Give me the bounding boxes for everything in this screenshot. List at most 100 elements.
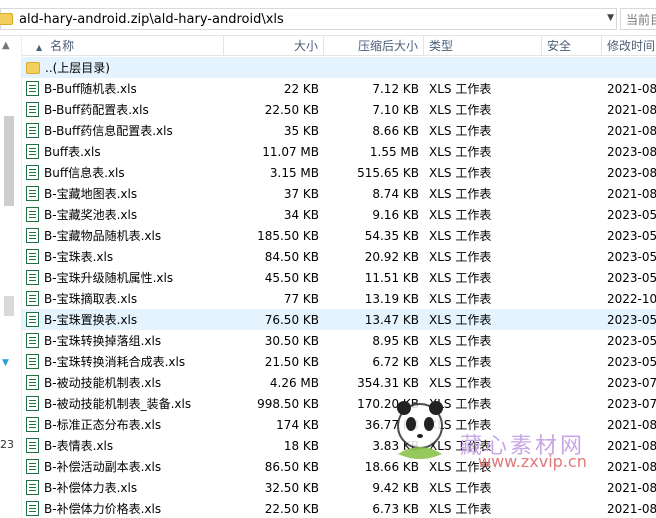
file-compressed-size: 170.20 KB (357, 396, 419, 411)
file-name-cell: B-宝藏奖池表.xls (22, 206, 224, 223)
file-compressed-size: 7.10 KB (372, 102, 419, 117)
file-type: XLS 工作表 (429, 250, 492, 264)
file-row[interactable]: Buff表.xls 11.07 MB 1.55 MB XLS 工作表 2023-08 (22, 141, 656, 162)
navigation-pane: ▲ ▼ 23 (0, 36, 22, 518)
file-row[interactable]: B-表情表.xls 18 KB 3.83 KB XLS 工作表 2021-08 (22, 435, 656, 456)
xls-file-icon (26, 123, 39, 138)
file-compressed-size: 54.35 KB (364, 228, 419, 243)
file-compressed-size: 18.66 KB (364, 459, 419, 474)
file-modified: 2023-05 (607, 270, 656, 285)
file-name: B-宝珠升级随机属性.xls (44, 271, 174, 285)
chevron-up-icon[interactable]: ▲ (2, 40, 10, 51)
column-compressed[interactable]: 压缩后大小 (324, 36, 424, 56)
file-row[interactable]: B-宝珠升级随机属性.xls 45.50 KB 11.51 KB XLS 工作表 202… (22, 267, 656, 288)
column-modified[interactable]: 修改时间 (602, 36, 656, 56)
file-row[interactable]: B-宝珠表.xls 84.50 KB 20.92 KB XLS 工作表 2023-05 (22, 246, 656, 267)
file-name: B-Buff药信息配置表.xls (44, 124, 173, 138)
file-row[interactable]: B-宝珠转换掉落组.xls 30.50 KB 8.95 KB XLS 工作表 2023-… (22, 330, 656, 351)
file-name: B-Buff药配置表.xls (44, 103, 149, 117)
file-size: 32.50 KB (264, 480, 319, 495)
file-type: XLS 工作表 (429, 376, 492, 390)
file-row[interactable]: B-宝珠置换表.xls 76.50 KB 13.47 KB XLS 工作表 2023-0… (22, 309, 656, 330)
file-size: 4.26 MB (269, 375, 319, 390)
file-modified: 2021-08 (607, 81, 656, 96)
xls-file-icon (26, 81, 39, 96)
xls-file-icon (26, 312, 39, 327)
nav-scrollbar-thumb[interactable] (4, 116, 14, 206)
file-size: 22.50 KB (264, 501, 319, 516)
file-size: 998.50 KB (257, 396, 319, 411)
file-name: Buff信息表.xls (44, 166, 125, 180)
file-name-cell: B-被动技能机制表.xls (22, 374, 224, 391)
file-modified: 2023-05 (607, 249, 656, 264)
folder-icon (0, 13, 13, 25)
nav-scrollbar-track[interactable] (4, 296, 14, 316)
file-name: B-宝藏物品随机表.xls (44, 229, 162, 243)
file-name-cell: B-Buff药信息配置表.xls (22, 122, 224, 139)
file-row[interactable]: B-Buff药配置表.xls 22.50 KB 7.10 KB XLS 工作表 2021… (22, 99, 656, 120)
nav-partial-label: 23 (0, 438, 14, 451)
search-input[interactable]: 当前目录 (620, 8, 656, 30)
file-name: B-补偿体力表.xls (44, 481, 138, 495)
file-row[interactable]: B-补偿体力价格表.xls 22.50 KB 6.73 KB XLS 工作表 2021-… (22, 498, 656, 518)
parent-directory-row[interactable]: ..(上层目录) (22, 57, 656, 78)
column-type[interactable]: 类型 (424, 36, 542, 56)
parent-directory-label: ..(上层目录) (45, 61, 110, 75)
file-modified: 2021-08 (607, 186, 656, 201)
file-name-cell: B-补偿活动副本表.xls (22, 458, 224, 475)
file-name: B-补偿活动副本表.xls (44, 460, 162, 474)
file-row[interactable]: B-补偿体力表.xls 32.50 KB 9.42 KB XLS 工作表 2021-08 (22, 477, 656, 498)
file-name-cell: B-宝珠转换消耗合成表.xls (22, 353, 224, 370)
expand-arrow-icon[interactable]: ▼ (2, 358, 9, 368)
chevron-down-icon[interactable]: ▼ (607, 13, 614, 23)
column-header: ▲ 名称 大小 压缩后大小 类型 安全 修改时间 (22, 36, 656, 56)
file-name: B-表情表.xls (44, 439, 114, 453)
file-compressed-size: 20.92 KB (364, 249, 419, 264)
file-modified: 2021-08 (607, 480, 656, 495)
file-name: B-被动技能机制表_装备.xls (44, 397, 192, 411)
xls-file-icon (26, 186, 39, 201)
file-type: XLS 工作表 (429, 460, 492, 474)
xls-file-icon (26, 438, 39, 453)
file-row[interactable]: B-宝珠转换消耗合成表.xls 21.50 KB 6.72 KB XLS 工作表 202… (22, 351, 656, 372)
file-compressed-size: 6.72 KB (372, 354, 419, 369)
file-row[interactable]: B-被动技能机制表_装备.xls 998.50 KB 170.20 KB XLS 工作… (22, 393, 656, 414)
file-row[interactable]: B-标准正态分布表.xls 174 KB 36.77 KB XLS 工作表 2021-0… (22, 414, 656, 435)
file-name: B-宝珠置换表.xls (44, 313, 138, 327)
file-row[interactable]: B-补偿活动副本表.xls 86.50 KB 18.66 KB XLS 工作表 2021… (22, 456, 656, 477)
file-name: B-宝珠表.xls (44, 250, 114, 264)
path-field[interactable]: ald-hary-android.zip\ald-hary-android\xl… (0, 8, 617, 30)
file-name: B-宝珠转换消耗合成表.xls (44, 355, 186, 369)
file-type: XLS 工作表 (429, 271, 492, 285)
file-size: 174 KB (276, 417, 319, 432)
file-row[interactable]: B-宝藏物品随机表.xls 185.50 KB 54.35 KB XLS 工作表 202… (22, 225, 656, 246)
file-size: 34 KB (283, 207, 319, 222)
file-row[interactable]: B-Buff药信息配置表.xls 35 KB 8.66 KB XLS 工作表 2021-… (22, 120, 656, 141)
xls-file-icon (26, 375, 39, 390)
file-size: 21.50 KB (264, 354, 319, 369)
file-type: XLS 工作表 (429, 229, 492, 243)
sort-up-icon: ▲ (36, 43, 43, 52)
file-name-cell: B-宝珠置换表.xls (22, 311, 224, 328)
file-row[interactable]: Buff信息表.xls 3.15 MB 515.65 KB XLS 工作表 2023-0… (22, 162, 656, 183)
file-size: 3.15 MB (269, 165, 319, 180)
file-type: XLS 工作表 (429, 481, 492, 495)
xls-file-icon (26, 270, 39, 285)
file-type: XLS 工作表 (429, 355, 492, 369)
column-security[interactable]: 安全 (542, 36, 602, 56)
column-name[interactable]: ▲ 名称 (22, 36, 224, 56)
file-row[interactable]: B-宝珠摘取表.xls 77 KB 13.19 KB XLS 工作表 2022-10 (22, 288, 656, 309)
file-row[interactable]: B-被动技能机制表.xls 4.26 MB 354.31 KB XLS 工作表 2023… (22, 372, 656, 393)
file-modified: 2023-05 (607, 312, 656, 327)
file-modified: 2021-08 (607, 459, 656, 474)
file-type: XLS 工作表 (429, 124, 492, 138)
file-size: 11.07 MB (262, 144, 319, 159)
file-row[interactable]: B-宝藏奖池表.xls 34 KB 9.16 KB XLS 工作表 2023-05 (22, 204, 656, 225)
column-size[interactable]: 大小 (224, 36, 324, 56)
file-name: B-补偿体力价格表.xls (44, 502, 162, 516)
file-row[interactable]: B-Buff随机表.xls 22 KB 7.12 KB XLS 工作表 2021-08 (22, 78, 656, 99)
file-size: 86.50 KB (264, 459, 319, 474)
file-row[interactable]: B-宝藏地图表.xls 37 KB 8.74 KB XLS 工作表 2021-08 (22, 183, 656, 204)
file-type: XLS 工作表 (429, 103, 492, 117)
xls-file-icon (26, 354, 39, 369)
